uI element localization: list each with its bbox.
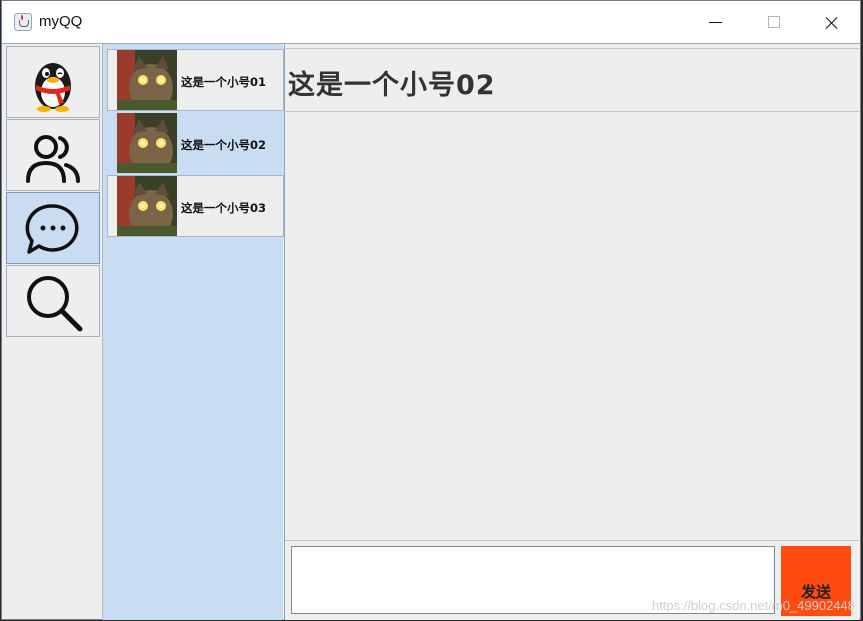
conversation-item[interactable]: 这是一个小号03 xyxy=(107,175,284,237)
nav-item-chat[interactable] xyxy=(6,192,100,264)
avatar xyxy=(117,113,177,173)
nav-item-contacts[interactable] xyxy=(6,119,100,191)
app-window: myQQ 这是一个小号01 这是一个小号02 这是一个小号03 这是一个小号02… xyxy=(1,0,861,620)
qq-penguin-icon xyxy=(35,63,71,112)
main-content: 这是一个小号01 这是一个小号02 这是一个小号03 这是一个小号02 发送 xyxy=(2,43,860,620)
minimize-icon[interactable] xyxy=(702,9,730,35)
conversation-item[interactable]: 这是一个小号01 xyxy=(107,49,284,111)
watermark: https://blog.csdn.net/m0_49902448 xyxy=(651,598,855,613)
conversation-name: 这是一个小号03 xyxy=(181,201,267,215)
close-icon[interactable] xyxy=(818,9,846,35)
conversation-item[interactable]: 这是一个小号02 xyxy=(107,112,284,174)
chat-header: 这是一个小号02 xyxy=(285,48,859,112)
conversation-list: 这是一个小号01 这是一个小号02 这是一个小号03 xyxy=(103,44,284,620)
window-title: myQQ xyxy=(39,13,83,30)
chat-panel: 这是一个小号02 发送 xyxy=(284,44,859,620)
chat-title: 这是一个小号02 xyxy=(288,70,496,101)
avatar xyxy=(117,50,177,110)
java-cup-icon xyxy=(14,13,32,31)
search-icon xyxy=(27,276,83,332)
chat-icon xyxy=(25,204,79,254)
avatar xyxy=(117,176,177,236)
conversation-name: 这是一个小号02 xyxy=(181,138,267,152)
contacts-icon xyxy=(26,135,80,183)
title-bar[interactable]: myQQ xyxy=(2,1,860,43)
nav-item-search[interactable] xyxy=(6,265,100,337)
message-area[interactable] xyxy=(285,112,859,541)
nav-item-qq[interactable] xyxy=(6,46,100,118)
maximize-icon[interactable] xyxy=(760,9,788,35)
conversation-name: 这是一个小号01 xyxy=(181,75,267,89)
